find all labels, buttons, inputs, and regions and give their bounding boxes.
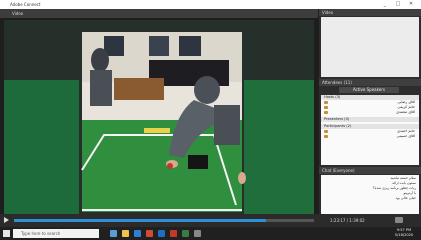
edge-icon[interactable] [134,230,141,237]
video-pod [321,17,419,77]
excel-icon[interactable] [182,230,189,237]
playback-time: 1:23:17 / 1:39:02 [330,218,365,223]
seek-progress [14,219,266,222]
word-icon[interactable] [158,230,165,237]
app-icon[interactable] [194,230,201,237]
clock-date: 5/16/2020 [394,233,414,237]
video-feed [4,20,314,214]
seek-bar[interactable] [14,219,314,222]
user-icon [324,135,328,138]
taskbar: Type here to search 9:57 PM 5/16/2020 [0,227,421,240]
user-icon [324,130,328,133]
video-panel-header: Video [0,9,318,18]
minimize-button[interactable]: _ [380,1,390,8]
system-clock[interactable]: 9:57 PM 5/16/2020 [388,228,420,238]
video-panel-title: Video [12,11,24,16]
windows-start-icon[interactable] [3,230,10,237]
chrome-icon[interactable] [146,230,153,237]
title-bar: Adobe Connect _ □ ✕ [0,0,421,9]
file-explorer-icon[interactable] [122,230,129,237]
attendee-list: Hosts (3) آقای رضایی خانم کریمی آقای محم… [321,95,419,165]
attendees-header: Attendees (11) [319,79,421,86]
user-icon [324,101,328,104]
maximize-button[interactable]: □ [393,1,403,8]
close-button[interactable]: ✕ [406,1,416,8]
window-title: Adobe Connect [10,2,41,7]
presenters-group[interactable]: Presenters (0) [321,117,419,122]
user-icon [324,111,328,114]
taskbar-search-box[interactable]: Type here to search [13,229,99,238]
active-speakers-button[interactable]: Active Speakers [339,87,399,93]
chat-message: خیلی عالی بود [395,196,416,200]
play-icon[interactable] [4,217,9,223]
right-panel: Video Attendees (11) Active Speakers Hos… [319,9,421,214]
user-icon [324,106,328,109]
task-view-icon[interactable] [110,230,117,237]
chat-header: Chat (Everyone) [319,167,421,174]
video-frame-image [4,20,314,214]
list-item[interactable]: آقای محمدی [321,110,419,115]
volume-icon[interactable] [395,217,403,223]
chat-messages: سلام خسته نباشید ممنون بابت ارائه ربات چ… [321,175,419,214]
video-pod-header: Video [319,9,421,16]
playback-controls: 1:23:17 / 1:39:02 [0,214,421,227]
list-item[interactable]: آقای حسینی [321,134,419,139]
search-placeholder: Type here to search [21,231,61,236]
adobe-connect-icon[interactable] [170,230,177,237]
